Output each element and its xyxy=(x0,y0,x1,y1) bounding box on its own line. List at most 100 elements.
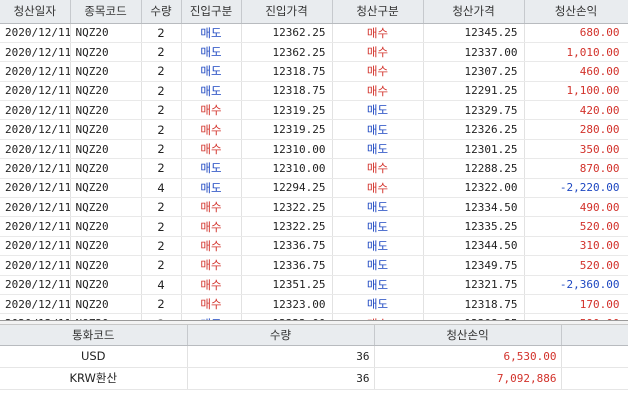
exit-price-cell: 12334.50 xyxy=(423,197,525,218)
column-header[interactable]: 종목코드 xyxy=(70,0,142,24)
entry-price-cell: 12294.25 xyxy=(241,178,333,199)
summary-row[interactable]: KRW환산 36 7,092,886 xyxy=(0,367,628,390)
profit-loss-cell: 310.00 xyxy=(524,236,628,257)
entry-side-cell: 매도 xyxy=(181,313,242,320)
summary-table-header: 통화코드 수량 청산손익 xyxy=(0,325,628,346)
profit-loss-cell: 460.00 xyxy=(524,61,628,82)
summary-grid: 통화코드 수량 청산손익 USD 36 6,530.00 KRW환산 36 7,092,886 xyxy=(0,325,628,407)
settle-date-cell: 2020/12/11 xyxy=(0,158,71,179)
summary-row[interactable]: USD 36 6,530.00 xyxy=(0,345,628,368)
quantity-cell: 2 xyxy=(141,216,182,237)
summary-profit-loss-cell: 6,530.00 xyxy=(374,345,562,368)
symbol-code-cell: NQZ20 xyxy=(70,158,142,179)
exit-price-cell: 12322.00 xyxy=(423,178,525,199)
table-row[interactable]: 2020/12/11 NQZ20 4 매수 12351.25 매도 12321.75 -2,3… xyxy=(0,275,628,295)
summary-column-header[interactable]: 청산손익 xyxy=(374,325,562,346)
summary-column-header[interactable]: 통화코드 xyxy=(0,325,188,346)
table-row[interactable]: 2020/12/11 NQZ20 2 매도 12310.00 매수 12288.25 870.… xyxy=(0,158,628,179)
quantity-cell: 2 xyxy=(141,158,182,179)
settlement-table-header: 청산일자 종목코드 수량 진입구분 진입가격 청산구분 청산가격 청산손익 xyxy=(0,0,628,24)
quantity-cell: 2 xyxy=(141,236,182,257)
profit-loss-cell: 520.00 xyxy=(524,216,628,237)
column-header[interactable]: 청산가격 xyxy=(423,0,525,24)
column-header[interactable]: 진입구분 xyxy=(181,0,242,24)
entry-side-cell: 매수 xyxy=(181,100,242,121)
column-header[interactable]: 수량 xyxy=(141,0,182,24)
symbol-code-cell: NQZ20 xyxy=(70,100,142,121)
symbol-code-cell: NQZ20 xyxy=(70,61,142,82)
profit-loss-cell: 170.00 xyxy=(524,294,628,315)
settle-date-cell: 2020/12/11 xyxy=(0,294,71,315)
table-row[interactable]: 2020/12/11NQZ202매도12323.00매수12308.25590.… xyxy=(0,313,628,320)
exit-side-cell: 매도 xyxy=(332,216,424,237)
currency-code-cell: KRW환산 xyxy=(0,367,188,390)
exit-side-cell: 매도 xyxy=(332,197,424,218)
summary-column-header[interactable]: 수량 xyxy=(187,325,375,346)
settle-date-cell: 2020/12/11 xyxy=(0,61,71,82)
entry-price-cell: 12322.25 xyxy=(241,197,333,218)
settlement-table: 청산일자 종목코드 수량 진입구분 진입가격 청산구분 청산가격 청산손익 2020/12/1… xyxy=(0,0,628,320)
profit-loss-cell: 350.00 xyxy=(524,139,628,160)
column-header[interactable]: 진입가격 xyxy=(241,0,333,24)
summary-profit-loss-cell: 7,092,886 xyxy=(374,367,562,390)
table-row[interactable]: 2020/12/11 NQZ20 2 매수 12319.25 매도 12326.25 280.… xyxy=(0,119,628,140)
table-row[interactable]: 2020/12/11 NQZ20 2 매도 12318.75 매수 12291.25 1,10… xyxy=(0,81,628,102)
profit-loss-cell: -2,220.00 xyxy=(524,178,628,199)
quantity-cell: 4 xyxy=(141,275,182,295)
exit-side-cell: 매수 xyxy=(332,23,424,43)
entry-price-cell: 12319.25 xyxy=(241,100,333,121)
column-header[interactable]: 청산구분 xyxy=(332,0,424,24)
entry-side-cell: 매수 xyxy=(181,216,242,237)
entry-price-cell: 12323.00 xyxy=(241,294,333,315)
exit-side-cell: 매도 xyxy=(332,275,424,295)
table-row[interactable]: 2020/12/11 NQZ20 4 매도 12294.25 매수 12322.00 -2,2… xyxy=(0,178,628,199)
symbol-code-cell: NQZ20 xyxy=(70,81,142,102)
settle-date-cell: 2020/12/11 xyxy=(0,236,71,257)
table-row[interactable]: 2020/12/11 NQZ20 2 매수 12322.25 매도 12334.50 490.… xyxy=(0,197,628,218)
settle-date-cell: 2020/12/11 xyxy=(0,197,71,218)
settle-date-cell: 2020/12/11 xyxy=(0,23,71,43)
table-row[interactable]: 2020/12/11 NQZ20 2 매수 12323.00 매도 12318.75 170.… xyxy=(0,294,628,315)
settle-date-cell: 2020/12/11 xyxy=(0,100,71,121)
profit-loss-cell: 1,010.00 xyxy=(524,42,628,63)
column-header[interactable]: 청산일자 xyxy=(0,0,71,24)
entry-side-cell: 매수 xyxy=(181,119,242,140)
entry-side-cell: 매수 xyxy=(181,197,242,218)
exit-price-cell: 12344.50 xyxy=(423,236,525,257)
quantity-cell: 2 xyxy=(141,255,182,276)
settle-date-cell: 2020/12/11 xyxy=(0,275,71,295)
symbol-code-cell: NQZ20 xyxy=(70,216,142,237)
table-row[interactable]: 2020/12/11 NQZ20 2 매수 12322.25 매도 12335.25 520.… xyxy=(0,216,628,237)
settle-date-cell: 2020/12/11 xyxy=(0,139,71,160)
profit-loss-cell: 1,100.00 xyxy=(524,81,628,102)
exit-price-cell: 12308.25 xyxy=(423,313,525,320)
table-row[interactable]: 2020/12/11 NQZ20 2 매수 12310.00 매도 12301.25 350.… xyxy=(0,139,628,160)
symbol-code-cell: NQZ20 xyxy=(70,23,142,43)
column-header[interactable]: 청산손익 xyxy=(524,0,628,24)
entry-price-cell: 12351.25 xyxy=(241,275,333,295)
symbol-code-cell: NQZ20 xyxy=(70,197,142,218)
symbol-code-cell: NQZ20 xyxy=(70,139,142,160)
entry-side-cell: 매도 xyxy=(181,81,242,102)
entry-price-cell: 12336.75 xyxy=(241,236,333,257)
summary-quantity-cell: 36 xyxy=(187,367,375,390)
exit-price-cell: 12301.25 xyxy=(423,139,525,160)
entry-side-cell: 매도 xyxy=(181,178,242,199)
table-row[interactable]: 2020/12/11 NQZ20 2 매수 12336.75 매도 12349.75 520.… xyxy=(0,255,628,276)
settle-date-cell: 2020/12/11 xyxy=(0,178,71,199)
settle-date-cell: 2020/12/11 xyxy=(0,42,71,63)
symbol-code-cell: NQZ20 xyxy=(70,119,142,140)
table-row[interactable]: 2020/12/11 NQZ20 2 매도 12318.75 매수 12307.25 460.… xyxy=(0,61,628,82)
exit-price-cell: 12345.25 xyxy=(423,23,525,43)
table-row[interactable]: 2020/12/11 NQZ20 2 매수 12319.25 매도 12329.75 420.… xyxy=(0,100,628,121)
table-row[interactable]: 2020/12/11 NQZ20 2 매수 12336.75 매도 12344.50 310.… xyxy=(0,236,628,257)
table-row[interactable]: 2020/12/11 NQZ20 2 매도 12362.25 매수 12345.25 680.… xyxy=(0,23,628,43)
quantity-cell: 2 xyxy=(141,139,182,160)
summary-filler-cell xyxy=(561,345,628,368)
exit-price-cell: 12307.25 xyxy=(423,61,525,82)
exit-price-cell: 12349.75 xyxy=(423,255,525,276)
exit-side-cell: 매도 xyxy=(332,119,424,140)
summary-quantity-cell: 36 xyxy=(187,345,375,368)
entry-side-cell: 매도 xyxy=(181,42,242,63)
table-row[interactable]: 2020/12/11 NQZ20 2 매도 12362.25 매수 12337.00 1,01… xyxy=(0,42,628,63)
